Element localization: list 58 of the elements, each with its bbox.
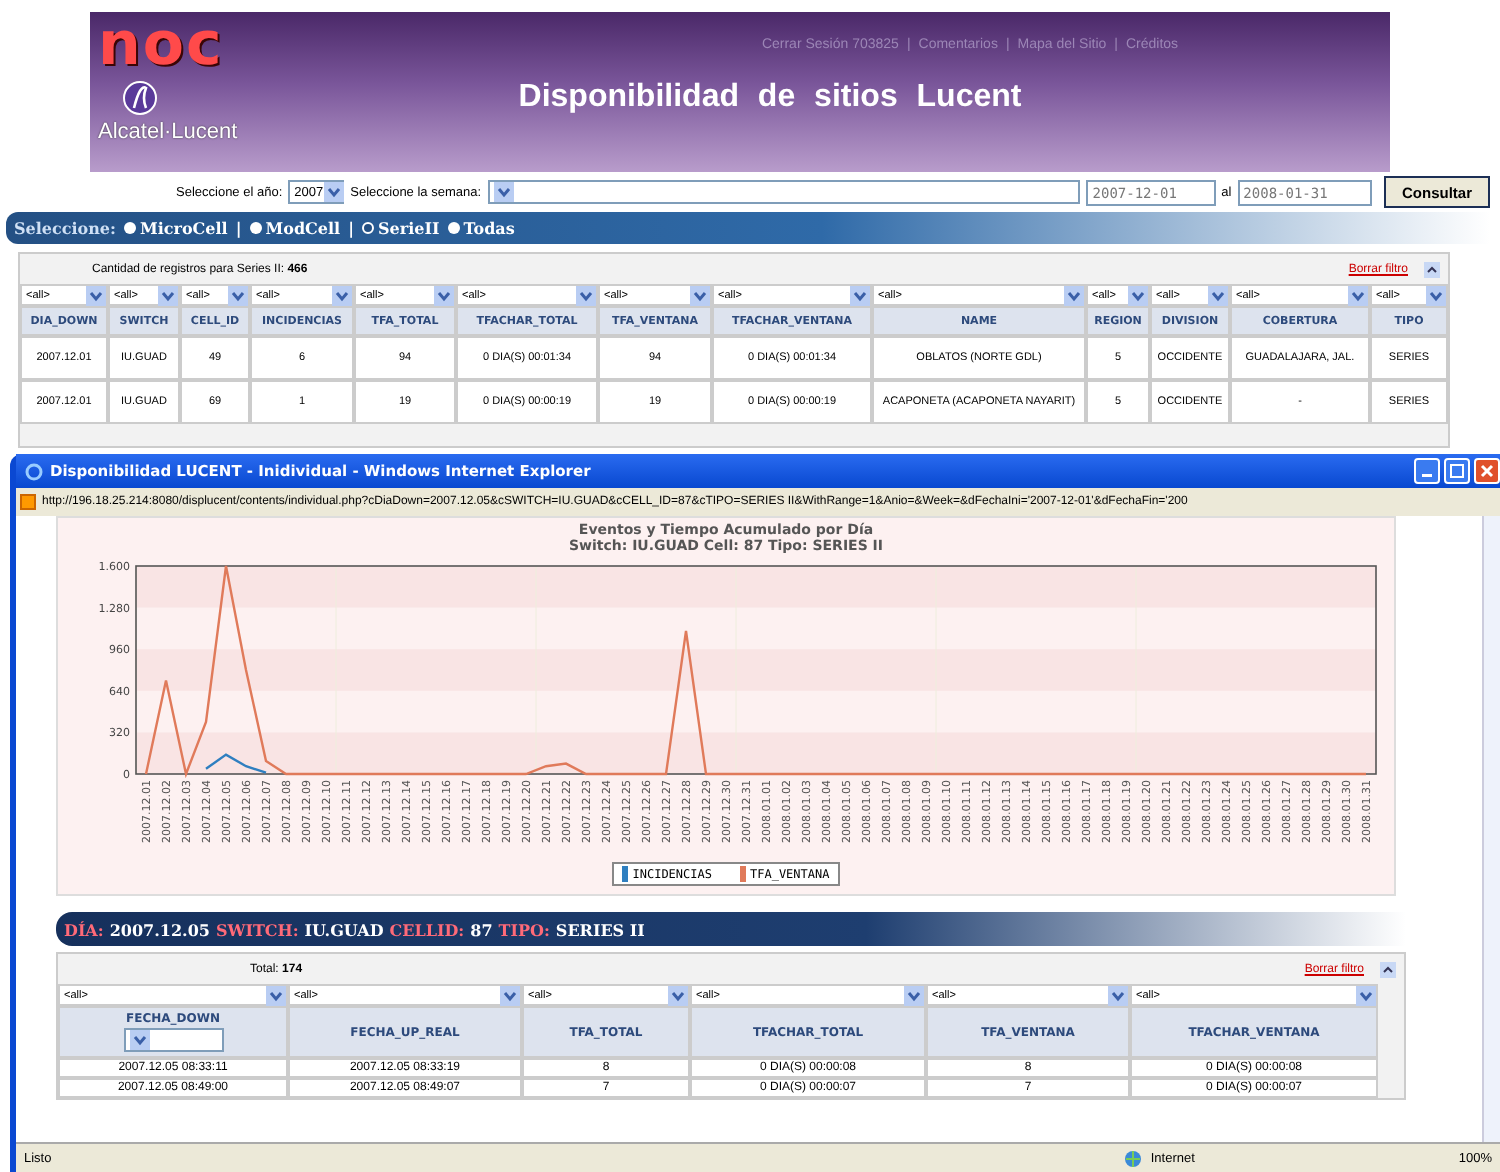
minimize-button[interactable]: [1414, 458, 1440, 484]
browser-icon: [24, 461, 44, 481]
page-icon: [20, 494, 36, 510]
dropdown-arrow-icon[interactable]: [668, 985, 688, 1005]
maximize-button[interactable]: [1444, 458, 1470, 484]
dropdown-arrow-icon[interactable]: [1348, 285, 1368, 305]
radio-button[interactable]: [123, 222, 136, 234]
detail-value: IU.GUAD: [304, 919, 384, 939]
selection-label: Seleccione:: [14, 218, 116, 238]
dropdown-arrow-icon[interactable]: [1064, 285, 1084, 305]
dropdown-arrow-icon[interactable]: [1108, 985, 1128, 1005]
dropdown-arrow-icon[interactable]: [1426, 285, 1446, 305]
detail-label: TIPO:: [498, 919, 550, 939]
detail-label: SWITCH:: [215, 919, 299, 939]
dropdown-arrow-icon[interactable]: [1356, 985, 1376, 1005]
dropdown-arrow-icon[interactable]: [266, 985, 286, 1005]
brand-name: Alcatel·Lucent: [98, 120, 238, 144]
option-separator: |: [348, 218, 355, 238]
option-separator: |: [235, 218, 242, 238]
dropdown-arrow-icon[interactable]: [904, 985, 924, 1005]
scrollbar[interactable]: [1482, 516, 1500, 1142]
globe-icon: [1124, 1149, 1143, 1167]
radio-label[interactable]: Todas: [463, 218, 515, 238]
detail-value: 87: [470, 919, 493, 939]
page-title: Disponibilidad de sitios Lucent: [518, 80, 1022, 116]
dropdown-arrow-icon[interactable]: [129, 1030, 149, 1050]
dropdown-arrow-icon[interactable]: [228, 285, 248, 305]
dropdown-arrow-icon[interactable]: [434, 285, 454, 305]
maximize-icon: [1450, 464, 1464, 478]
dropdown-arrow-icon[interactable]: [158, 285, 178, 305]
dropdown-arrow-icon[interactable]: [86, 285, 106, 305]
scroll-up-icon[interactable]: [1424, 261, 1440, 277]
radio-label[interactable]: ModCell: [265, 218, 341, 238]
detail-label: DÍA:: [64, 919, 104, 939]
dropdown-arrow-icon[interactable]: [1128, 285, 1148, 305]
dropdown-arrow-icon[interactable]: [690, 285, 710, 305]
dropdown-arrow-icon[interactable]: [576, 285, 596, 305]
radio-label[interactable]: SerieII: [378, 218, 440, 238]
close-icon: [1480, 464, 1494, 478]
detail-label: CELLID:: [389, 919, 465, 939]
week-select[interactable]: [487, 180, 1081, 204]
scroll-up-icon[interactable]: [1380, 961, 1396, 977]
dropdown-arrow-icon[interactable]: [323, 182, 344, 202]
header-select[interactable]: [123, 1028, 223, 1052]
dropdown-arrow-icon[interactable]: [1208, 285, 1228, 305]
detail-value: 2007.12.05: [109, 919, 210, 939]
dropdown-arrow-icon[interactable]: [500, 985, 520, 1005]
dropdown-arrow-icon[interactable]: [850, 285, 870, 305]
radio-button[interactable]: [249, 222, 262, 234]
detail-value: SERIES II: [555, 919, 645, 939]
logo: noc: [98, 16, 224, 76]
radio-label[interactable]: MicroCell: [139, 218, 228, 238]
dropdown-arrow-icon[interactable]: [493, 182, 514, 202]
radio-button[interactable]: [447, 222, 460, 234]
close-button[interactable]: [1474, 458, 1500, 484]
brand-logo-icon: [122, 80, 158, 116]
radio-button[interactable]: [362, 222, 375, 234]
dropdown-arrow-icon[interactable]: [332, 285, 352, 305]
